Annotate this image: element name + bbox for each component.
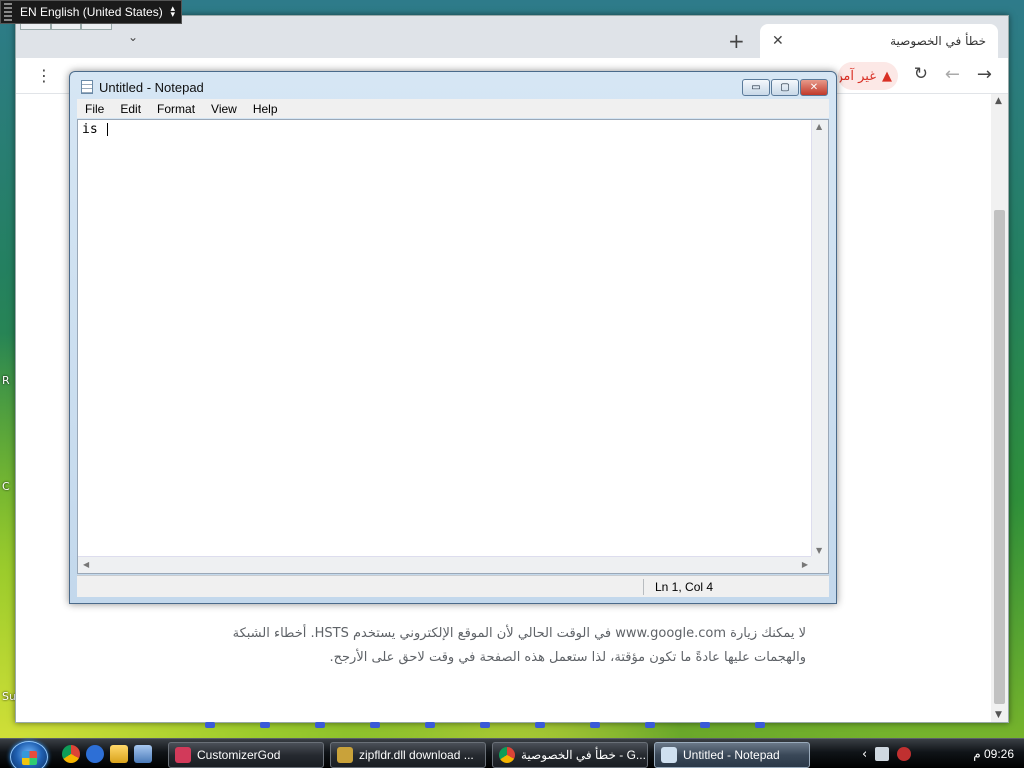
show-desktop-icon[interactable] (134, 745, 152, 763)
chrome-icon[interactable] (62, 745, 80, 763)
notepad-icon (661, 747, 677, 763)
editor-text: is (82, 122, 106, 137)
windows-logo-icon (22, 751, 37, 765)
editor-content[interactable]: is (82, 122, 109, 137)
minimize-button[interactable]: ▭ (742, 79, 770, 96)
close-tab-icon[interactable]: ✕ (772, 33, 784, 49)
scroll-up-icon[interactable]: ▲ (995, 96, 1002, 106)
notepad-icon[interactable] (81, 80, 93, 94)
chrome-icon (499, 747, 515, 763)
task-label: Untitled - Notepad (683, 748, 780, 762)
taskbar-item-customizergod[interactable]: CustomizerGod (168, 742, 324, 768)
scroll-down-icon[interactable]: ▼ (816, 546, 822, 555)
menu-help[interactable]: Help (245, 102, 286, 116)
app-icon (337, 747, 353, 763)
reload-icon[interactable]: ↻ (914, 64, 928, 84)
scroll-right-icon[interactable]: ▶ (802, 560, 808, 569)
taskbar-item-notepad[interactable]: Untitled - Notepad (654, 742, 810, 768)
system-tray: ‹ 09:26 م (856, 739, 1024, 768)
close-button[interactable]: ✕ (800, 79, 828, 96)
clock[interactable]: 09:26 م (973, 747, 1014, 761)
title-bar[interactable]: Untitled - Notepad ▭ ▢ ✕ (70, 72, 836, 100)
task-label: خطأ في الخصوصية - G... (521, 748, 646, 762)
maximize-button[interactable]: ▢ (771, 79, 799, 96)
tab-title: خطأ في الخصوصية (890, 34, 986, 48)
folder-icon[interactable] (110, 745, 128, 763)
language-bar[interactable]: EN English (United States) ▴ ▾ (0, 0, 182, 24)
menu-edit[interactable]: Edit (112, 102, 149, 116)
task-label: zipfldr.dll download ... (359, 748, 474, 762)
volume-icon[interactable] (897, 747, 912, 761)
scroll-left-icon[interactable]: ◀ (83, 560, 89, 569)
scroll-corner (811, 556, 828, 573)
menu-file[interactable]: File (77, 102, 112, 116)
tab-search-icon[interactable]: ⌄ (128, 30, 138, 44)
desktop-icon-label: C (2, 480, 10, 493)
options-icon[interactable]: ▴ ▾ (170, 5, 175, 20)
text-caret (107, 123, 109, 136)
desktop-icon-label: R (2, 374, 10, 387)
forward-icon[interactable]: → (977, 64, 992, 85)
menu-bar: File Edit Format View Help (77, 99, 829, 118)
task-label: CustomizerGod (197, 748, 281, 762)
desktop-icon-label: Su (2, 690, 16, 703)
taskbar: CustomizerGod zipfldr.dll download ... خ… (0, 738, 1024, 768)
status-bar: Ln 1, Col 4 (77, 575, 829, 597)
vertical-scrollbar[interactable]: ▲ ▼ (811, 120, 828, 557)
error-description: لا يمكنك زيارة www.google.com في الوقت ا… (232, 626, 806, 665)
warning-icon: ▲ (882, 68, 892, 84)
menu-format[interactable]: Format (149, 102, 203, 116)
back-icon[interactable]: ← (945, 64, 960, 85)
cursor-position: Ln 1, Col 4 (655, 580, 714, 594)
window-title: Untitled - Notepad (99, 80, 204, 95)
page-scrollbar[interactable]: ▲ ▼ (991, 94, 1008, 722)
start-button[interactable] (10, 741, 48, 768)
tab-privacy-error[interactable]: خطأ في الخصوصية ✕ (760, 24, 998, 58)
internet-explorer-icon[interactable] (86, 745, 104, 763)
taskbar-item-zipfldr[interactable]: zipfldr.dll download ... (330, 742, 486, 768)
show-hidden-icons[interactable]: ‹ (862, 747, 867, 762)
language-label[interactable]: EN English (United States) (20, 5, 163, 19)
address-bar[interactable]: ▲ غير آمن (838, 62, 898, 90)
scroll-up-icon[interactable]: ▲ (816, 122, 822, 131)
new-tab-button[interactable]: + (728, 29, 745, 53)
scroll-thumb[interactable] (994, 210, 1005, 704)
status-separator (643, 579, 644, 595)
notepad-window: Untitled - Notepad ▭ ▢ ✕ File Edit Forma… (69, 71, 837, 604)
quick-launch (62, 745, 152, 763)
text-editor[interactable]: is ▲ ▼ ◀ ▶ (77, 119, 829, 574)
taskbar-item-chrome[interactable]: خطأ في الخصوصية - G... (492, 742, 648, 768)
app-icon (175, 747, 191, 763)
network-icon[interactable] (875, 747, 890, 761)
security-chip[interactable]: غير آمن (838, 69, 876, 84)
scroll-down-icon[interactable]: ▼ (995, 710, 1002, 720)
grip-handle[interactable] (4, 3, 12, 21)
menu-view[interactable]: View (203, 102, 245, 116)
menu-icon[interactable]: ⋮ (36, 66, 52, 85)
desktop-decoration (205, 722, 805, 730)
horizontal-scrollbar[interactable]: ◀ ▶ (78, 556, 813, 573)
